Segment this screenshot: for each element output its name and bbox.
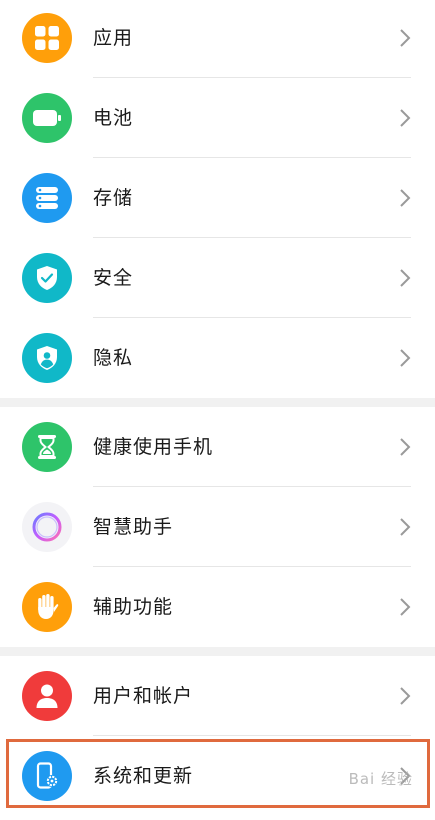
section-gap	[0, 398, 435, 407]
settings-item-label: 用户和帐户	[93, 685, 194, 707]
chevron-right-icon	[400, 518, 411, 536]
settings-group-3: 用户和帐户 系统和更新	[0, 656, 435, 816]
apps-grid-icon	[22, 13, 72, 63]
settings-item-label: 隐私	[93, 347, 134, 369]
chevron-right-icon	[400, 109, 411, 127]
settings-item-label: 存储	[93, 187, 134, 209]
settings-item-label: 辅助功能	[93, 596, 174, 618]
settings-item-security[interactable]: 安全	[0, 238, 435, 318]
user-icon	[22, 671, 72, 721]
settings-item-label: 应用	[93, 27, 134, 49]
storage-icon	[22, 173, 72, 223]
chevron-right-icon	[400, 349, 411, 367]
chevron-right-icon	[400, 29, 411, 47]
settings-item-label: 系统和更新	[93, 765, 194, 787]
settings-item-digital-balance[interactable]: 健康使用手机	[0, 407, 435, 487]
privacy-shield-icon	[22, 333, 72, 383]
assistant-orb-icon	[22, 502, 72, 552]
settings-group-2: 健康使用手机 智慧助手 辅助功能	[0, 407, 435, 647]
shield-check-icon	[22, 253, 72, 303]
section-gap	[0, 647, 435, 656]
settings-item-apps[interactable]: 应用	[0, 0, 435, 78]
settings-item-label: 健康使用手机	[93, 436, 214, 458]
chevron-right-icon	[400, 189, 411, 207]
phone-settings-icon	[22, 751, 72, 801]
battery-icon	[22, 93, 72, 143]
settings-item-users-accounts[interactable]: 用户和帐户	[0, 656, 435, 736]
settings-item-label: 电池	[93, 107, 134, 129]
settings-item-label: 安全	[93, 267, 134, 289]
settings-item-accessibility[interactable]: 辅助功能	[0, 567, 435, 647]
chevron-right-icon	[400, 687, 411, 705]
settings-item-storage[interactable]: 存储	[0, 158, 435, 238]
settings-item-smart-assistant[interactable]: 智慧助手	[0, 487, 435, 567]
settings-item-label: 智慧助手	[93, 516, 174, 538]
hourglass-icon	[22, 422, 72, 472]
settings-item-privacy[interactable]: 隐私	[0, 318, 435, 398]
chevron-right-icon	[400, 598, 411, 616]
settings-group-1: 应用 电池 存储 安全 隐私	[0, 0, 435, 398]
chevron-right-icon	[400, 438, 411, 456]
hand-icon	[22, 582, 72, 632]
settings-item-battery[interactable]: 电池	[0, 78, 435, 158]
chevron-right-icon	[400, 269, 411, 287]
watermark: Bai 经验	[348, 770, 413, 788]
